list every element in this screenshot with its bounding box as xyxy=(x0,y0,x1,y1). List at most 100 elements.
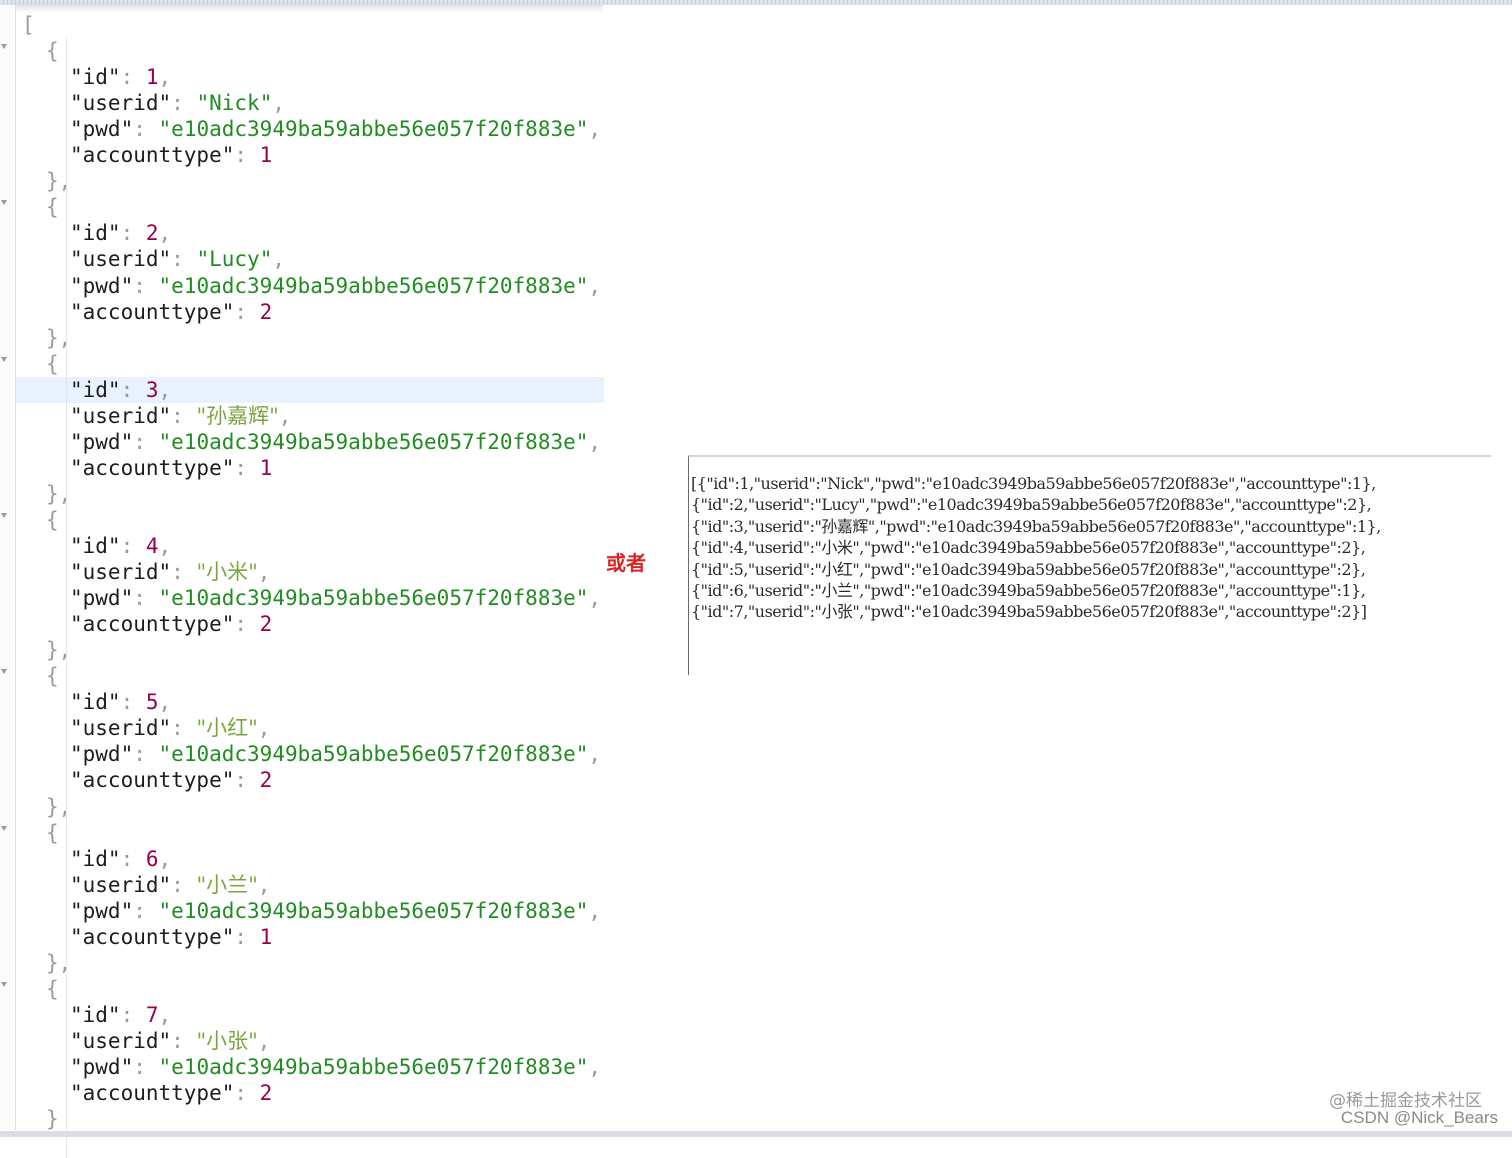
comma: , xyxy=(278,403,292,428)
colon: : xyxy=(234,612,260,637)
fold-toggle-icon[interactable] xyxy=(1,981,7,987)
json-line-userid[interactable]: "userid": "Nick", xyxy=(16,90,604,116)
json-line-id[interactable]: "id": 1, xyxy=(16,64,604,90)
json-line-object-open[interactable]: { xyxy=(16,351,604,377)
json-key-userid: "userid" xyxy=(70,1028,172,1053)
json-key-userid: "userid" xyxy=(70,560,172,585)
json-line-object-open[interactable]: { xyxy=(16,194,604,220)
json-line-pwd[interactable]: "pwd": "e10adc3949ba59abbe56e057f20f883e… xyxy=(16,429,604,455)
json-key-userid: "userid" xyxy=(70,872,172,897)
json-line-userid[interactable]: "userid": "孙嘉辉", xyxy=(16,403,604,429)
raw-json-line: [{"id":1,"userid":"Nick","pwd":"e10adc39… xyxy=(691,474,1376,493)
json-line-pwd[interactable]: "pwd": "e10adc3949ba59abbe56e057f20f883e… xyxy=(16,116,604,142)
comma: , xyxy=(257,560,271,585)
json-line-object-close[interactable]: }, xyxy=(16,637,604,663)
quote: " xyxy=(269,403,279,428)
quote: " xyxy=(158,742,172,767)
json-line-id[interactable]: "id": 5, xyxy=(16,689,604,715)
json-line-object-open[interactable]: { xyxy=(16,976,604,1002)
json-line-accounttype[interactable]: "accounttype": 2 xyxy=(16,767,604,793)
comma: , xyxy=(158,1002,172,1027)
comma: , xyxy=(588,898,602,923)
json-line-id[interactable]: "id": 4, xyxy=(16,533,604,559)
object-close-brace: }, xyxy=(46,794,72,819)
json-line-object-open[interactable]: { xyxy=(16,820,604,846)
json-line-object-close[interactable]: }, xyxy=(16,325,604,351)
fold-toggle-icon[interactable] xyxy=(1,44,7,50)
fold-toggle-icon[interactable] xyxy=(1,669,7,675)
quote: " xyxy=(259,91,273,116)
indent-guide xyxy=(66,38,67,1158)
json-key-userid: "userid" xyxy=(70,403,172,428)
json-line-userid[interactable]: "userid": "小红", xyxy=(16,715,604,741)
json-line-accounttype[interactable]: "accounttype": 2 xyxy=(16,611,604,637)
colon: : xyxy=(133,586,159,611)
json-value-id: 4 xyxy=(145,534,159,558)
json-value-id: 5 xyxy=(145,690,159,715)
json-line-userid[interactable]: "userid": "小兰", xyxy=(16,872,604,898)
json-value-id: 1 xyxy=(145,65,159,90)
json-line-userid[interactable]: "userid": "小张", xyxy=(16,1028,604,1054)
fold-toggle-icon[interactable] xyxy=(1,200,7,206)
json-line-id[interactable]: "id": 2, xyxy=(16,220,604,246)
colon: : xyxy=(133,898,159,923)
json-line-userid[interactable]: "userid": "Lucy", xyxy=(16,246,604,272)
json-line-accounttype[interactable]: "accounttype": 1 xyxy=(16,142,604,168)
json-line-object-open[interactable]: { xyxy=(16,38,604,64)
json-line-object-close[interactable]: }, xyxy=(16,481,604,507)
json-value-userid: 小张 xyxy=(206,1028,249,1053)
json-line-accounttype[interactable]: "accounttype": 2 xyxy=(16,299,604,325)
raw-json-line: {"id":2,"userid":"Lucy","pwd":"e10adc394… xyxy=(691,495,1372,515)
json-key-userid: "userid" xyxy=(70,91,172,116)
quote: " xyxy=(196,403,207,428)
quote: " xyxy=(575,742,589,767)
json-line-object-close[interactable]: } xyxy=(16,1106,604,1132)
colon: : xyxy=(120,377,146,402)
json-value-id: 3 xyxy=(145,377,159,402)
json-key-pwd: "pwd" xyxy=(70,898,134,923)
json-line-id[interactable]: "id": 6, xyxy=(16,846,604,872)
json-line-id[interactable]: "id": 3, xyxy=(16,376,604,403)
comma: , xyxy=(588,429,602,454)
json-line-pwd[interactable]: "pwd": "e10adc3949ba59abbe56e057f20f883e… xyxy=(16,273,604,299)
colon: : xyxy=(234,768,260,793)
raw-json-panel[interactable]: [{"id":1,"userid":"Nick","pwd":"e10adc39… xyxy=(688,455,1491,675)
fold-toggle-icon[interactable] xyxy=(1,512,7,518)
json-value-accounttype: 1 xyxy=(259,924,273,949)
comma: , xyxy=(158,65,172,90)
object-close-brace: }, xyxy=(46,325,72,350)
json-line-object-open[interactable]: { xyxy=(16,507,604,533)
json-line-pwd[interactable]: "pwd": "e10adc3949ba59abbe56e057f20f883e… xyxy=(16,741,604,767)
json-line-accounttype[interactable]: "accounttype": 2 xyxy=(16,1080,604,1106)
fold-toggle-icon[interactable] xyxy=(1,825,7,831)
json-value-userid: 小兰 xyxy=(206,872,249,897)
quote: " xyxy=(158,586,172,611)
object-close-brace: }, xyxy=(46,169,72,194)
json-line-pwd[interactable]: "pwd": "e10adc3949ba59abbe56e057f20f883e… xyxy=(16,585,604,611)
json-viewer[interactable]: [{"id": 1, "userid": "Nick", "pwd": "e10ad… xyxy=(16,12,604,1158)
json-line-object-open[interactable]: { xyxy=(16,663,604,689)
bottom-scroll-bar[interactable] xyxy=(0,1131,1512,1137)
json-line-id[interactable]: "id": 7, xyxy=(16,1002,604,1028)
raw-json-line: {"id":4,"userid":"小米","pwd":"e10adc3949b… xyxy=(691,538,1366,558)
json-line-array-open[interactable]: [ xyxy=(16,12,604,38)
json-line-object-close[interactable]: }, xyxy=(16,950,604,976)
json-line-pwd[interactable]: "pwd": "e10adc3949ba59abbe56e057f20f883e… xyxy=(16,1054,604,1080)
json-value-accounttype: 2 xyxy=(259,299,273,324)
raw-json-line: {"id":3,"userid":"孙嘉辉","pwd":"e10adc3949… xyxy=(691,516,1381,536)
csdn-watermark: CSDN @Nick_Bears xyxy=(1340,1108,1498,1127)
json-line-accounttype[interactable]: "accounttype": 1 xyxy=(16,924,604,950)
json-value-userid: 孙嘉辉 xyxy=(206,403,270,428)
colon: : xyxy=(120,65,146,90)
colon: : xyxy=(234,924,260,949)
colon: : xyxy=(120,221,146,246)
json-line-accounttype[interactable]: "accounttype": 1 xyxy=(16,455,604,481)
json-line-pwd[interactable]: "pwd": "e10adc3949ba59abbe56e057f20f883e… xyxy=(16,898,604,924)
json-line-object-close[interactable]: }, xyxy=(16,168,604,194)
json-line-object-close[interactable]: }, xyxy=(16,794,604,820)
json-key-userid: "userid" xyxy=(70,716,172,741)
json-line-userid[interactable]: "userid": "小米", xyxy=(16,559,604,585)
fold-toggle-icon[interactable] xyxy=(1,356,7,362)
object-close-brace: }, xyxy=(46,638,72,663)
comma: , xyxy=(257,1028,271,1053)
